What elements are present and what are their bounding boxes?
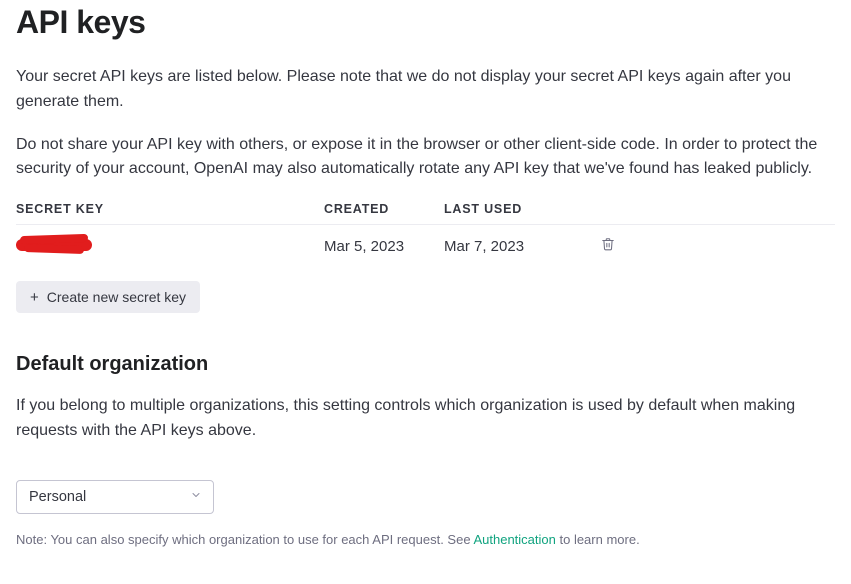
th-secret-key: SECRET KEY xyxy=(16,202,324,216)
create-button-label: Create new secret key xyxy=(47,289,186,305)
cell-secret-key xyxy=(16,238,324,255)
default-org-description: If you belong to multiple organizations,… xyxy=(16,394,835,444)
trash-icon[interactable] xyxy=(601,238,615,255)
cell-last-used: Mar 7, 2023 xyxy=(444,238,584,255)
cell-created: Mar 5, 2023 xyxy=(324,238,444,255)
authentication-link[interactable]: Authentication xyxy=(473,532,555,547)
create-new-secret-key-button[interactable]: + Create new secret key xyxy=(16,281,200,313)
note-suffix: to learn more. xyxy=(556,532,640,547)
intro-paragraph-1: Your secret API keys are listed below. P… xyxy=(16,65,835,115)
organization-selected-value: Personal xyxy=(29,489,86,505)
org-note: Note: You can also specify which organiz… xyxy=(16,532,835,547)
api-keys-table: SECRET KEY CREATED LAST USED Mar 5, 2023… xyxy=(16,202,835,267)
page-title: API keys xyxy=(16,4,835,41)
redacted-key xyxy=(16,239,92,251)
table-row: Mar 5, 2023 Mar 7, 2023 xyxy=(16,225,835,267)
plus-icon: + xyxy=(30,290,39,305)
intro-paragraph-2: Do not share your API key with others, o… xyxy=(16,133,835,183)
organization-select[interactable]: Personal xyxy=(16,480,214,514)
note-prefix: Note: You can also specify which organiz… xyxy=(16,532,473,547)
th-last-used: LAST USED xyxy=(444,202,584,216)
table-header: SECRET KEY CREATED LAST USED xyxy=(16,202,835,225)
th-created: CREATED xyxy=(324,202,444,216)
default-org-heading: Default organization xyxy=(16,353,835,376)
